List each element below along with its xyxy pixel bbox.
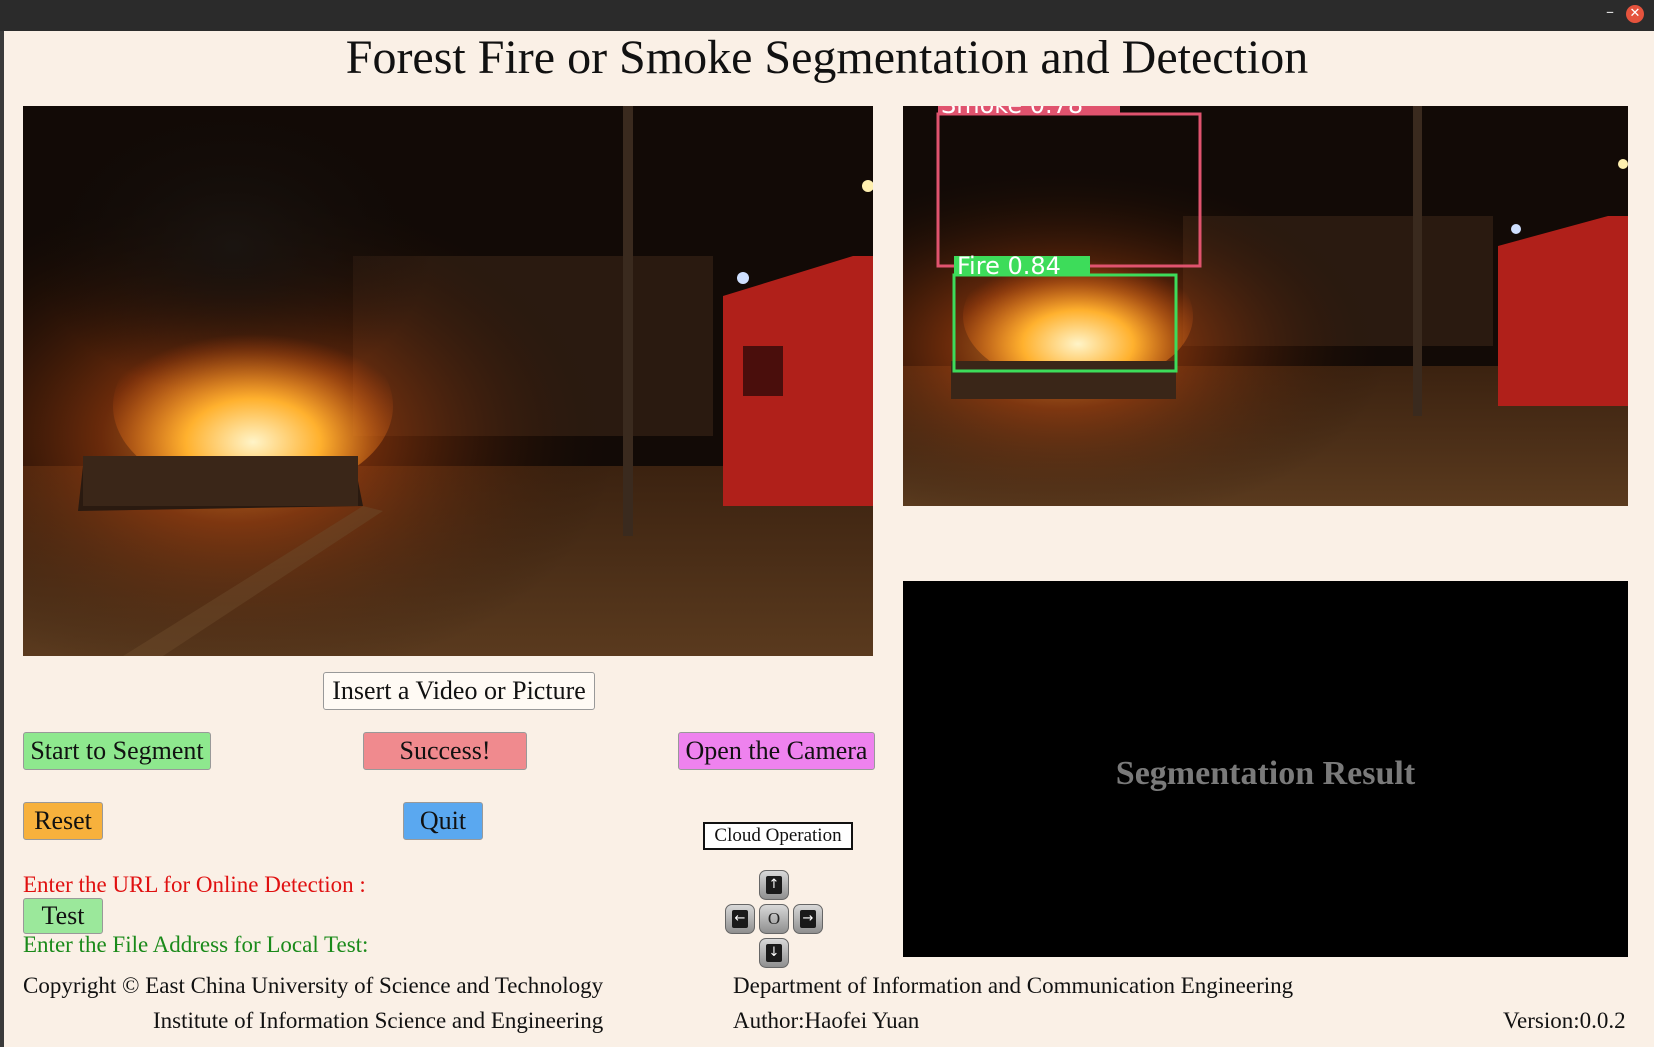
file-prompt-label: Enter the File Address for Local Test: [23,932,369,957]
dpad-center-button[interactable]: O [759,904,789,934]
quit-button[interactable]: Quit [403,802,483,840]
dpad-left-button[interactable]: ← [725,904,755,934]
insert-media-button[interactable]: Insert a Video or Picture [323,672,595,710]
version-text: Version:0.0.2 [1503,1008,1626,1033]
smoke-detection-label: Smoke 0.78 [941,106,1083,119]
arrow-left-icon: ← [732,910,748,928]
dpad-center-label: O [767,909,781,928]
segmentation-result-label: Segmentation Result [1115,755,1416,792]
author-text: Author:Haofei Yuan [733,1008,920,1033]
fire-detection-label: Fire 0.84 [957,252,1061,280]
detection-image: Smoke 0.78 Fire 0.84 [903,106,1628,506]
app-title: Forest Fire or Smoke Segmentation and De… [345,31,1309,84]
camera-dpad: ↑ ← O → ↓ [723,870,827,970]
arrow-right-icon: → [800,910,816,928]
minimize-button[interactable]: – [1606,2,1614,21]
copyright-text: Copyright © East China University of Sci… [23,973,604,998]
cloud-operation-button[interactable]: Cloud Operation [703,822,853,850]
arrow-up-icon: ↑ [766,876,782,894]
dpad-down-button[interactable]: ↓ [759,938,789,968]
start-segment-button[interactable]: Start to Segment [23,732,211,770]
url-prompt-label: Enter the URL for Online Detection : [23,872,366,897]
window-left-edge [0,31,4,1047]
open-camera-button[interactable]: Open the Camera [678,732,875,770]
close-button[interactable]: ✕ [1626,5,1644,23]
window-titlebar: – ✕ [0,0,1654,31]
input-image-panel [23,106,873,656]
dpad-right-button[interactable]: → [793,904,823,934]
fire-scene-image [23,106,873,656]
success-button[interactable]: Success! [363,732,527,770]
dpad-up-button[interactable]: ↑ [759,870,789,900]
detection-output-panel: Smoke 0.78 Fire 0.84 [903,106,1628,506]
arrow-down-icon: ↓ [766,944,782,962]
institute-text: Institute of Information Science and Eng… [153,1008,604,1033]
department-text: Department of Information and Communicat… [733,973,1294,998]
segmentation-result-panel: Segmentation Result [903,581,1628,957]
test-button[interactable]: Test [23,898,103,934]
reset-button[interactable]: Reset [23,802,103,840]
